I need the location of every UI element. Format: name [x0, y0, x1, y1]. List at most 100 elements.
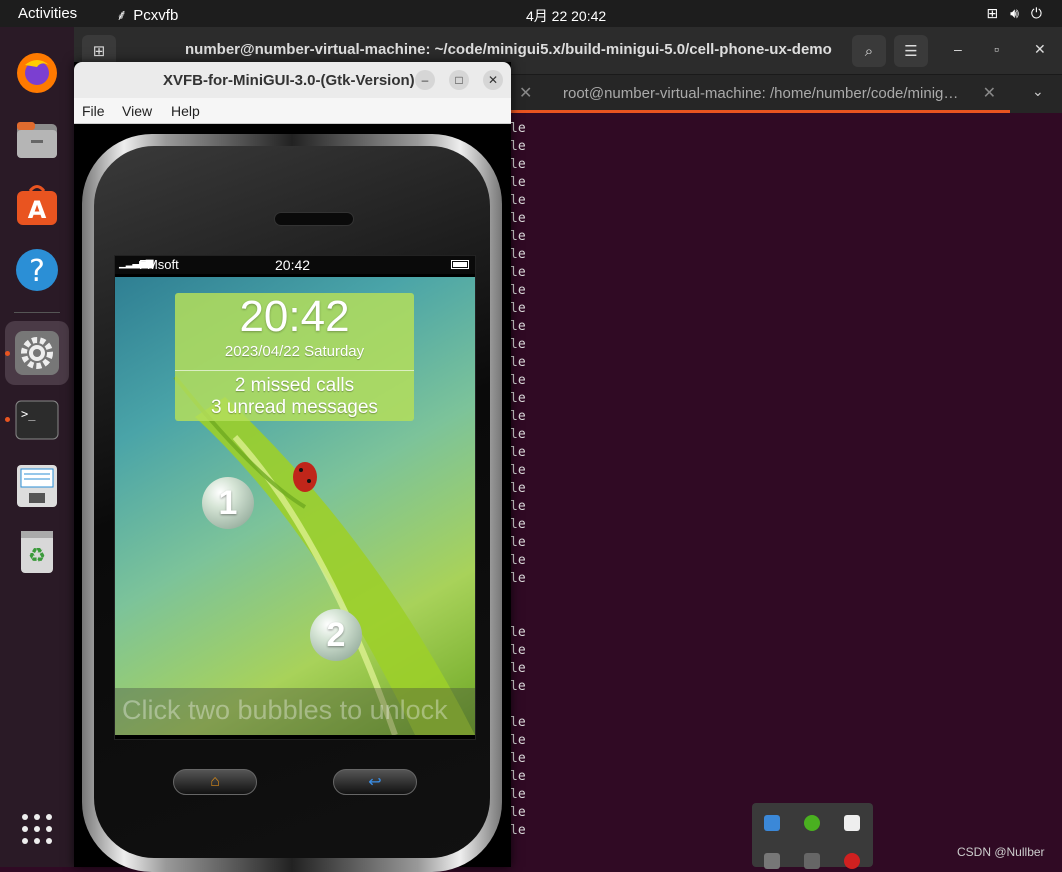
- home-button[interactable]: ⌂: [173, 769, 257, 795]
- back-arrow-icon: ↩: [368, 774, 382, 791]
- menu-file[interactable]: File: [82, 103, 105, 119]
- phone-status-bar: ▁▂▃▅▆ FMsoft 20:42: [115, 256, 475, 274]
- terminal-line: le: [510, 373, 526, 388]
- app-name: Pcxvfb: [133, 6, 179, 24]
- unlock-bubble-1[interactable]: 1: [202, 477, 254, 529]
- network-tree-icon: ⸙: [116, 7, 128, 24]
- files-icon[interactable]: [14, 117, 60, 163]
- terminal-line: le: [510, 409, 526, 424]
- earpiece: [274, 212, 354, 226]
- menu-button[interactable]: ☰: [894, 35, 928, 67]
- svg-text:?: ?: [29, 254, 45, 289]
- terminal-line: le: [510, 481, 526, 496]
- terminal-line: le: [510, 517, 526, 532]
- unlock-hint: Click two bubbles to unlock: [115, 688, 475, 735]
- hamburger-icon: ☰: [904, 43, 918, 60]
- terminal-line: le: [510, 733, 526, 748]
- terminal-line: le: [510, 175, 526, 190]
- firefox-icon[interactable]: [14, 50, 60, 96]
- xvfb-close-button[interactable]: ✕: [483, 70, 503, 90]
- green-app-icon[interactable]: [804, 815, 820, 831]
- power-icon: ⏻: [1030, 5, 1042, 21]
- terminal-line: le: [510, 391, 526, 406]
- carrier-name: FMsoft: [139, 257, 179, 272]
- app-menu[interactable]: ⸙ Pcxvfb: [116, 5, 178, 25]
- terminal-line: le: [510, 445, 526, 460]
- close-button[interactable]: ✕: [1034, 41, 1046, 58]
- watermark: CSDN @Nullber: [957, 845, 1045, 859]
- terminal-line: le: [510, 661, 526, 676]
- back-button[interactable]: ↩: [333, 769, 417, 795]
- trash-icon[interactable]: ♻: [14, 529, 60, 575]
- xvfb-window: XVFB-for-MiniGUI-3.0-(Gtk-Version) – □ ✕…: [74, 62, 511, 872]
- terminal-line: le: [510, 157, 526, 172]
- terminal-line: le: [510, 337, 526, 352]
- dock-separator: [14, 312, 60, 313]
- terminal-line: le: [510, 553, 526, 568]
- terminal-line: le: [510, 265, 526, 280]
- divider: [175, 370, 414, 371]
- running-indicator: [5, 351, 10, 356]
- xvfb-maximize-button[interactable]: □: [449, 70, 469, 90]
- terminal-line: le: [510, 535, 526, 550]
- terminal-line: le: [510, 211, 526, 226]
- sync-icon[interactable]: [764, 815, 780, 831]
- menu-help[interactable]: Help: [171, 103, 200, 119]
- running-indicator: [5, 417, 10, 422]
- missed-calls: 2 missed calls: [234, 375, 355, 396]
- terminal-icon[interactable]: >_: [14, 397, 60, 443]
- text-editor-icon[interactable]: [14, 463, 60, 509]
- terminal-line: le: [510, 769, 526, 784]
- tab-close-icon[interactable]: ✕: [983, 83, 996, 103]
- unread-messages: 3 unread messages: [211, 397, 378, 418]
- lock-time: 20:42: [239, 292, 350, 341]
- search-icon: ⌕: [864, 42, 874, 60]
- svg-text:♻: ♻: [28, 543, 46, 567]
- xvfb-titlebar[interactable]: XVFB-for-MiniGUI-3.0-(Gtk-Version) – □ ✕: [74, 62, 511, 98]
- search-button[interactable]: ⌕: [852, 35, 886, 67]
- terminal-line: le: [510, 643, 526, 658]
- svg-text:A: A: [28, 196, 47, 224]
- terminal-line: le: [510, 499, 526, 514]
- xvfb-title: XVFB-for-MiniGUI-3.0-(Gtk-Version): [163, 72, 415, 89]
- lock-info-panel: 20:42 2023/04/22 Saturday 2 missed calls…: [175, 293, 414, 421]
- terminal-title: number@number-virtual-machine: ~/code/mi…: [185, 41, 832, 58]
- network-icon: ⊞: [986, 5, 999, 21]
- terminal-output: le le le le le le le le le le le le le le le le le le le le…: [510, 120, 526, 840]
- terminal-line: le: [510, 625, 526, 640]
- tab-close-icon[interactable]: ✕: [519, 83, 532, 103]
- xvfb-minimize-button[interactable]: –: [415, 70, 435, 90]
- app-center-icon[interactable]: A: [14, 182, 60, 228]
- phone-screen: ▁▂▃▅▆ FMsoft 20:42 20:42 2023/04/22 Satu…: [114, 255, 476, 740]
- terminal-line: le: [510, 679, 526, 694]
- terminal-line: le: [510, 823, 526, 838]
- tab-list-chevron-icon[interactable]: ⌄: [1032, 83, 1044, 100]
- status-time: 20:42: [275, 257, 311, 273]
- battery-icon: [451, 260, 469, 269]
- terminal-line: le: [510, 193, 526, 208]
- shield-icon[interactable]: [844, 815, 860, 831]
- tab-label: root@number-virtual-machine: /home/numbe…: [563, 85, 959, 102]
- xvfb-menubar: File View Help: [74, 98, 511, 124]
- clock[interactable]: 4月 22 20:42: [526, 6, 606, 26]
- tab-root-terminal[interactable]: root@number-virtual-machine: /home/numbe…: [510, 75, 1010, 113]
- system-tray[interactable]: ⊞ 🔊︎ ⏻: [986, 5, 1042, 22]
- terminal-line: le: [510, 571, 526, 586]
- activities-button[interactable]: Activities: [18, 5, 77, 22]
- terminal-line: le: [510, 301, 526, 316]
- terminal-line: le: [510, 355, 526, 370]
- maximize-button[interactable]: ▫: [994, 41, 999, 57]
- menu-view[interactable]: View: [122, 103, 152, 119]
- terminal-line: le: [510, 139, 526, 154]
- lock-date: 2023/04/22 Saturday: [224, 343, 365, 360]
- settings-icon[interactable]: [14, 330, 60, 376]
- minimize-button[interactable]: –: [954, 41, 962, 57]
- help-icon[interactable]: ?: [14, 247, 60, 293]
- unlock-bubble-2[interactable]: 2: [310, 609, 362, 661]
- terminal-line: le: [510, 121, 526, 136]
- terminal-line: le: [510, 463, 526, 478]
- show-apps-icon[interactable]: [20, 812, 54, 846]
- top-bar: Activities ⸙ Pcxvfb 4月 22 20:42 ⊞ 🔊︎ ⏻: [0, 0, 1062, 27]
